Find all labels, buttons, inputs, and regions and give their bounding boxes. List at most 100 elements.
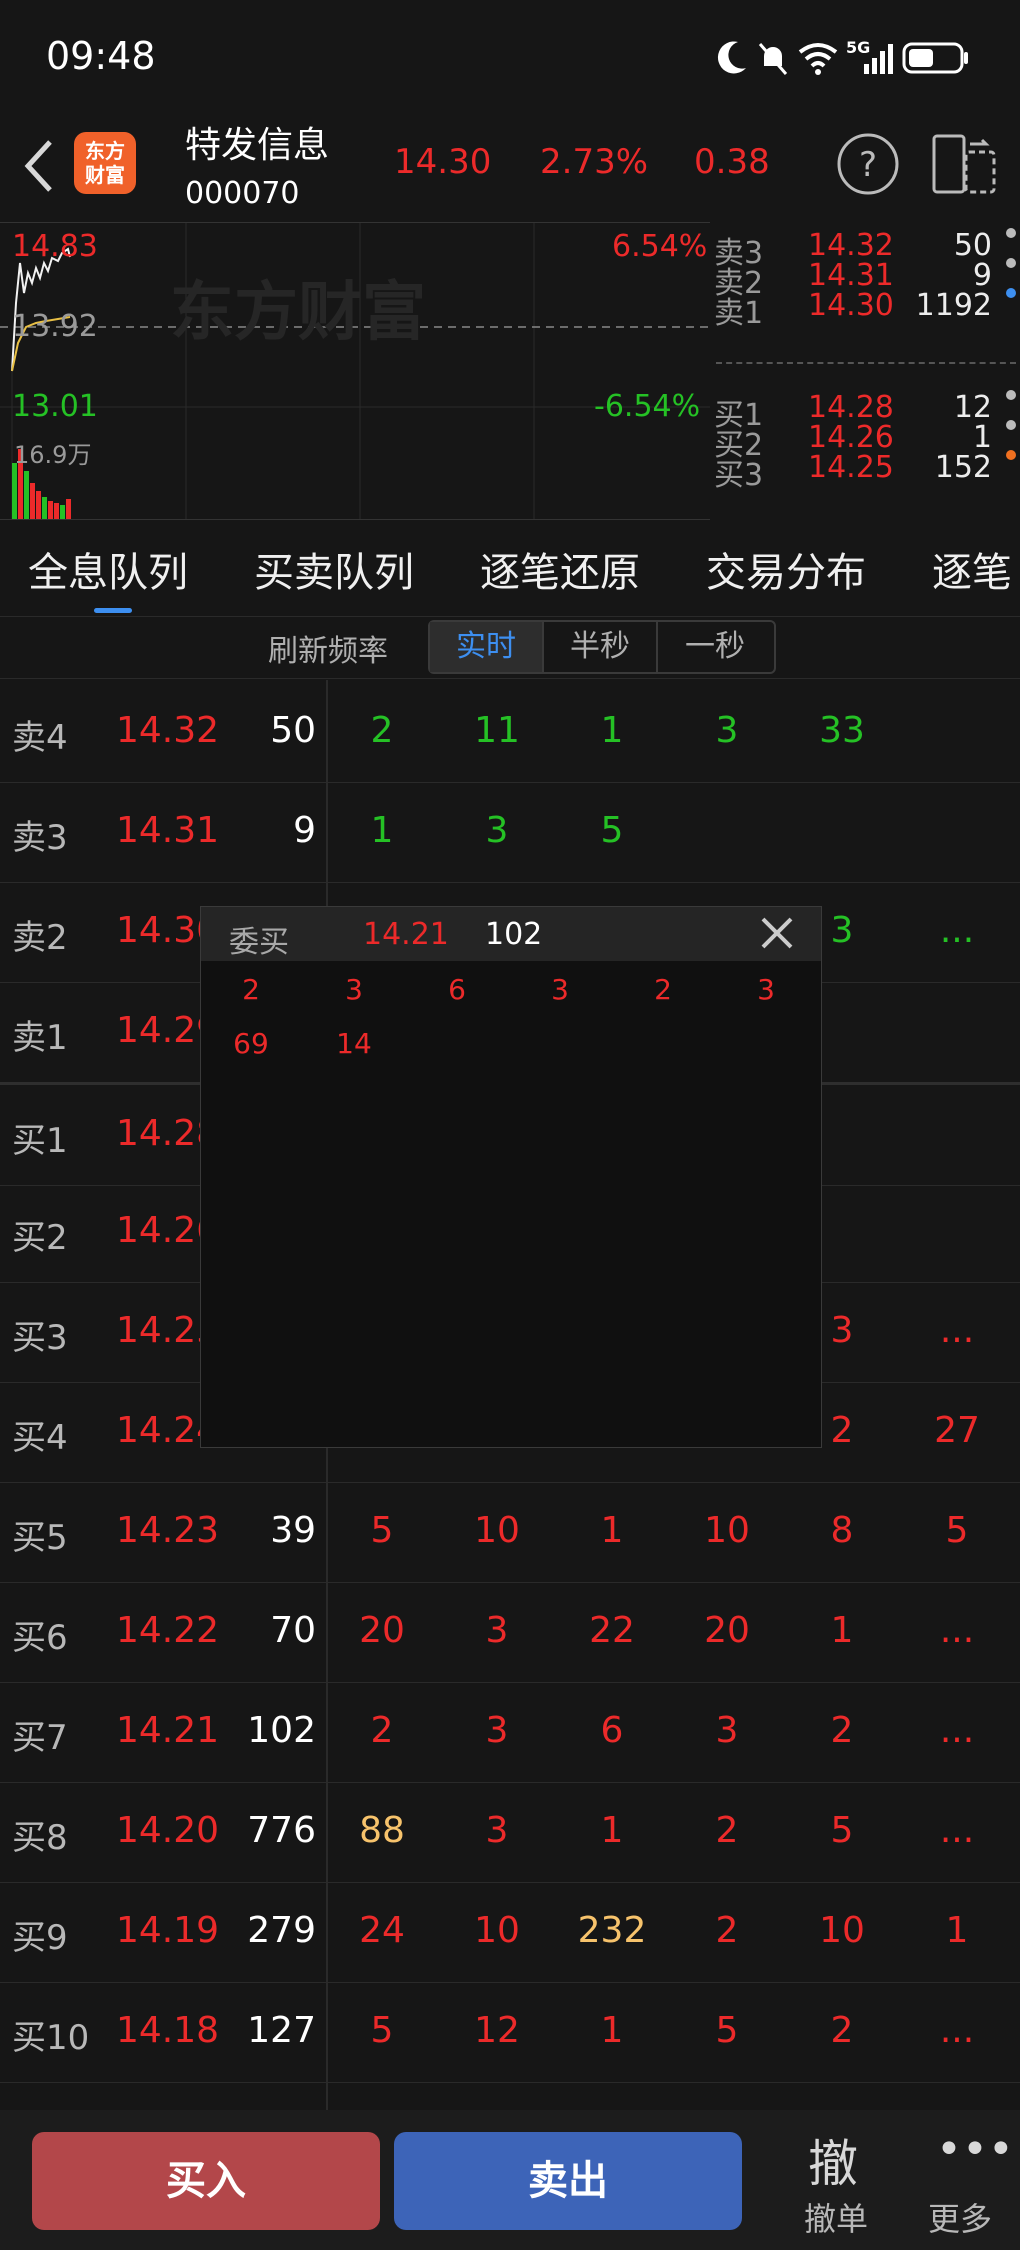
signal-icon	[864, 44, 893, 74]
cancel-order-label[interactable]: 撤单	[804, 2194, 868, 2240]
queue-order-cell: 22	[589, 1610, 635, 1651]
refresh-rate-bar: 刷新频率 实时 半秒 一秒	[0, 618, 1020, 679]
queue-order-cell: 5	[600, 810, 624, 851]
refresh-rate-label: 刷新频率	[268, 634, 388, 669]
cancel-order-icon[interactable]: 撤	[808, 2124, 858, 2196]
popup-order-cell: 14	[336, 1027, 372, 1060]
popup-price: 14.21	[363, 917, 449, 952]
queue-order-cell: 5	[945, 1510, 969, 1551]
refresh-half-second-button[interactable]: 半秒	[544, 622, 658, 672]
queue-level-label: 买2	[12, 1218, 68, 1258]
queue-level-volume: 70	[270, 1610, 316, 1651]
queue-level-label: 买5	[12, 1518, 68, 1558]
more-icon[interactable]: •••	[936, 2124, 1014, 2175]
queue-level-volume: 50	[270, 710, 316, 751]
chart-watermark: 东方财富	[170, 276, 426, 350]
queue-row[interactable]: 买10 14.18 127 5 12 1 5 2...	[0, 1982, 1020, 2083]
queue-order-cell: 10	[819, 1910, 865, 1951]
refresh-rate-selector: 实时 半秒 一秒	[428, 620, 776, 674]
ask-level-row[interactable]: 卖1 14.30 1192	[712, 288, 1020, 331]
tab-active-indicator	[94, 608, 132, 613]
queue-order-cell: ...	[939, 1310, 975, 1351]
level-dot-icon	[1006, 420, 1016, 430]
svg-text:?: ?	[859, 145, 877, 185]
stock-name: 特发信息	[185, 125, 330, 166]
queue-order-cell: 12	[474, 2010, 520, 2051]
queue-level-label: 买8	[12, 1818, 68, 1858]
switch-layout-icon[interactable]	[930, 130, 998, 198]
buy-button[interactable]: 买入	[32, 2132, 380, 2230]
app-logo: 东方 财富	[74, 132, 136, 194]
queue-level-volume: 39	[270, 1510, 316, 1551]
queue-order-cell: 5	[370, 1510, 394, 1551]
refresh-one-second-button[interactable]: 一秒	[658, 622, 772, 672]
popup-header: 委买 14.21 102	[201, 907, 821, 961]
queue-row[interactable]: 卖3 14.31 9 1 3 5	[0, 782, 1020, 883]
level-dot-icon	[1006, 450, 1016, 460]
orderbook-divider	[716, 362, 1016, 364]
queue-order-cell: 1	[370, 810, 394, 851]
queue-order-cell: 3	[715, 1710, 739, 1751]
current-price: 14.30	[394, 142, 492, 182]
queue-order-cell: 3	[485, 810, 509, 851]
queue-order-cell: 10	[704, 1510, 750, 1551]
queue-row[interactable]: 买6 14.22 70 20 3 22 20 1...	[0, 1582, 1020, 1683]
tab-tick-detail[interactable]: 逐笔	[932, 540, 1020, 598]
queue-order-cell: 3	[715, 710, 739, 751]
queue-row[interactable]: 买7 14.21 102 2 3 6 3 2...	[0, 1682, 1020, 1783]
back-arrow-icon[interactable]	[18, 136, 58, 196]
queue-row[interactable]: 买5 14.23 39 5 10 1 10 8 5	[0, 1482, 1020, 1583]
tab-bid-ask-queue[interactable]: 买卖队列	[254, 540, 414, 598]
help-icon[interactable]: ?	[836, 132, 900, 196]
queue-order-cell: 2	[830, 1710, 854, 1751]
queue-order-cell: ...	[939, 1810, 975, 1851]
queue-level-volume: 9	[293, 810, 316, 851]
queue-order-cell: 8	[830, 1510, 854, 1551]
queue-level-label: 买6	[12, 1618, 68, 1658]
queue-order-cell: 10	[474, 1910, 520, 1951]
queue-order-cell: 5	[715, 2010, 739, 2051]
queue-order-cell: ...	[939, 2010, 975, 2051]
queue-level-label: 卖4	[12, 718, 68, 758]
queue-order-cell: 3	[485, 1710, 509, 1751]
battery-icon	[902, 42, 968, 74]
sell-button[interactable]: 卖出	[394, 2132, 742, 2230]
queue-level-label: 买10	[12, 2018, 90, 2058]
tab-bar: 全息队列 买卖队列 逐笔还原 交易分布 逐笔	[0, 520, 1020, 617]
level-volume: 1192	[915, 288, 992, 323]
tab-tick-restore[interactable]: 逐笔还原	[480, 540, 640, 598]
clock: 09:48	[46, 34, 156, 78]
queue-level-volume: 102	[247, 1710, 316, 1751]
popup-order-cell: 3	[551, 973, 569, 1006]
queue-order-cell: 3	[485, 1810, 509, 1851]
close-icon[interactable]	[755, 911, 799, 955]
popup-order-cell: 2	[242, 973, 260, 1006]
queue-order-cell: 6	[600, 1710, 624, 1751]
queue-row[interactable]: 买8 14.20 776 88 3 1 2 5...	[0, 1782, 1020, 1883]
order-book: 卖3 14.32 50 卖2 14.31 9 卖1 14.30 1192 买1 14.28 12 买2…	[712, 222, 1020, 518]
tab-full-queue[interactable]: 全息队列	[28, 540, 188, 598]
popup-order-grid: 2 3 6 3 2 3 69 14	[201, 967, 821, 1447]
chart-high: 14.83	[12, 229, 98, 264]
queue-order-cell: 27	[934, 1410, 980, 1451]
queue-row[interactable]: 卖4 14.32 50 2 11 1 3 33	[0, 682, 1020, 783]
bid-level-row[interactable]: 买3 14.25 152	[712, 450, 1020, 493]
queue-level-label: 买1	[12, 1121, 68, 1161]
change-amount: 0.38	[694, 142, 770, 182]
queue-row[interactable]: 买9 14.19 279 24 10 232 2 10 1	[0, 1882, 1020, 1983]
queue-order-cell: 3	[485, 1610, 509, 1651]
intraday-chart[interactable]: 东方财富 14.83 6.54% 13.92 13.01 -6.54% 16.9…	[0, 222, 710, 520]
stock-code: 000070	[185, 176, 300, 211]
refresh-realtime-button[interactable]: 实时	[430, 622, 544, 672]
more-label[interactable]: 更多	[928, 2194, 992, 2240]
queue-order-cell: ...	[939, 1710, 975, 1751]
level-price: 14.30	[808, 288, 894, 323]
tab-trade-distribution[interactable]: 交易分布	[706, 540, 866, 598]
chart-high-pct: 6.54%	[612, 229, 708, 264]
queue-level-price: 14.18	[116, 2010, 220, 2051]
popup-volume: 102	[485, 917, 543, 952]
queue-level-price: 14.20	[116, 1810, 220, 1851]
order-detail-popup: 委买 14.21 102 2 3 6 3 2 3 69 14	[200, 906, 822, 1448]
queue-level-label: 买3	[12, 1318, 68, 1358]
queue-level-label: 卖1	[12, 1018, 68, 1058]
